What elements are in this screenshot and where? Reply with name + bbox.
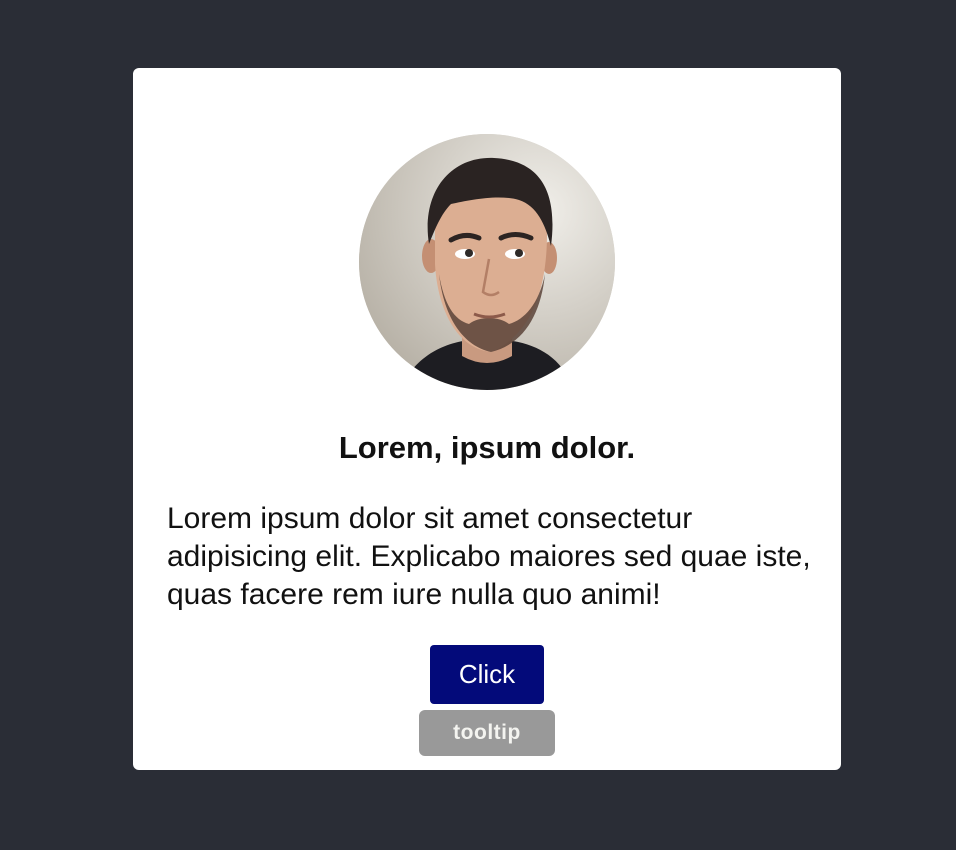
click-button[interactable]: Click [430,645,544,704]
card-description: Lorem ipsum dolor sit amet consectetur a… [167,502,811,611]
person-portrait-icon [359,134,615,390]
tooltip: tooltip [419,710,555,756]
card-title: Lorem, ipsum dolor. [338,430,636,465]
profile-card: Lorem, ipsum dolor. Lorem ipsum dolor si… [133,68,841,770]
avatar [359,134,615,390]
